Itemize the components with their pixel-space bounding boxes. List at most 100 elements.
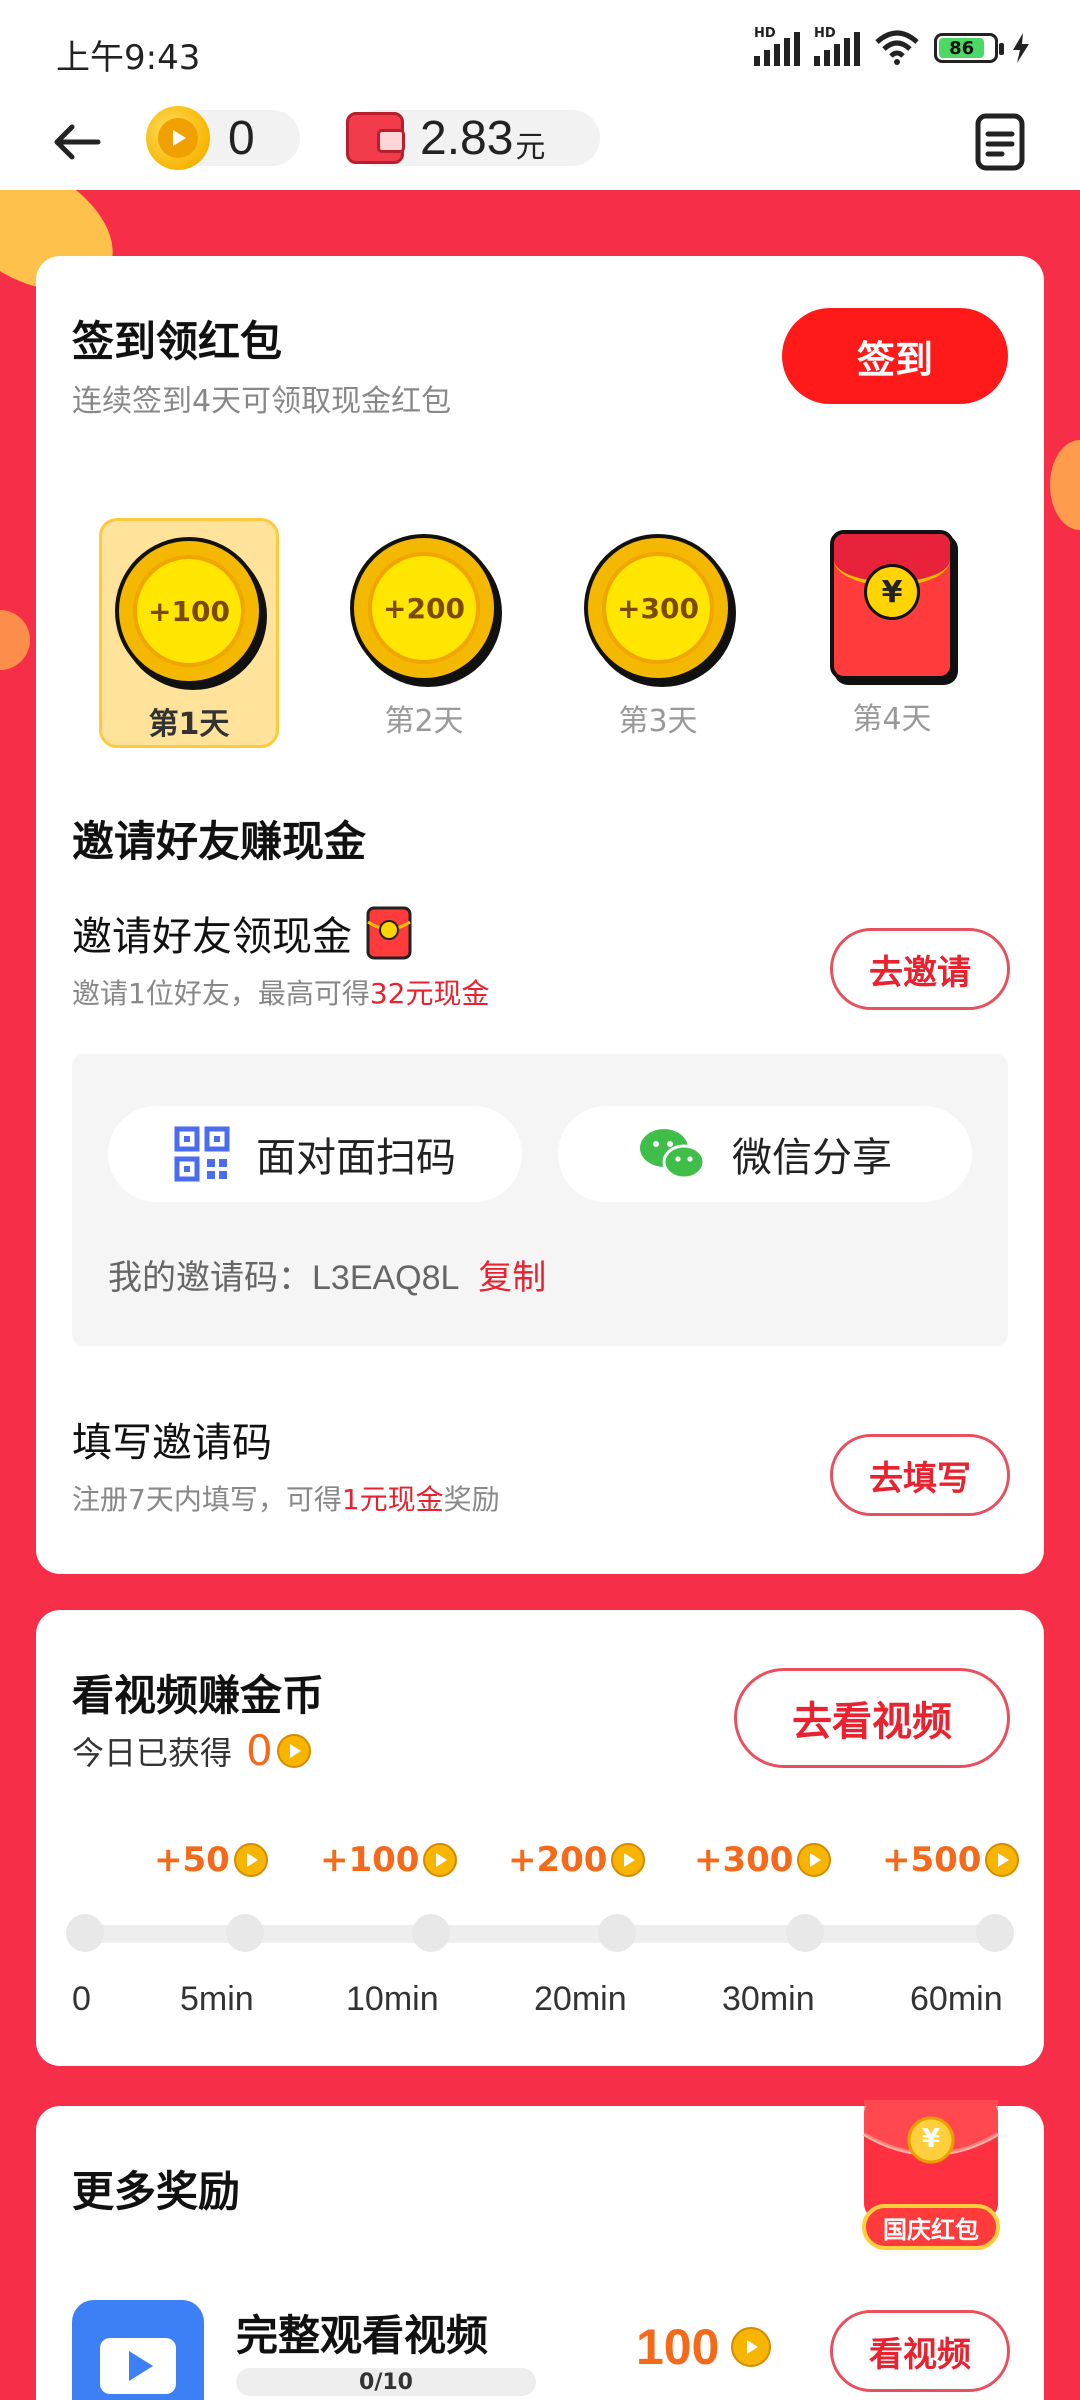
tick-label: 10min bbox=[346, 1980, 439, 2018]
battery-icon: 86 bbox=[934, 33, 1004, 63]
status-icons: HD HD 86 bbox=[754, 26, 1030, 66]
day-label: 第1天 bbox=[148, 707, 230, 742]
day-label: 第2天 bbox=[384, 704, 464, 739]
more-rewards-title: 更多奖励 bbox=[72, 2167, 241, 2216]
tick-label: 30min bbox=[722, 1980, 815, 2018]
gold-coin-icon bbox=[985, 1843, 1020, 1877]
progress-node bbox=[598, 1914, 636, 1952]
gold-coin-icon: +300 bbox=[584, 534, 732, 682]
video-today-row: 今日已获得 0 bbox=[72, 1726, 311, 1775]
gold-coin-icon bbox=[233, 1843, 268, 1877]
coin-count: 0 bbox=[228, 111, 255, 165]
invite-friends-subtitle: 邀请1位好友，最高可得32元现金 bbox=[72, 977, 490, 1010]
cash-unit: 元 bbox=[515, 130, 546, 165]
day-label: 第4天 bbox=[852, 702, 932, 737]
gold-coin-icon bbox=[797, 1843, 832, 1877]
invite-friends-row: 邀请好友领现金 bbox=[72, 904, 412, 962]
reward-20min: +200 bbox=[508, 1840, 646, 1880]
invite-friends-title: 邀请好友领现金 bbox=[72, 914, 352, 960]
signin-day-1[interactable]: +100 第1天 bbox=[99, 518, 279, 748]
invite-code-label: 我的邀请码： bbox=[108, 1258, 312, 1298]
red-envelope-icon: ¥ bbox=[830, 530, 954, 680]
signin-day-4[interactable]: ¥ 第4天 bbox=[802, 518, 982, 748]
envelope-yen: ¥ bbox=[921, 2124, 941, 2154]
day-label: 第3天 bbox=[618, 704, 698, 739]
back-arrow-icon[interactable] bbox=[48, 112, 108, 172]
national-day-envelope[interactable]: ¥ 国庆红包 bbox=[858, 2094, 1004, 2264]
signin-subtitle: 连续签到4天可领取现金红包 bbox=[72, 384, 452, 419]
cash-amount: 2.83 bbox=[420, 111, 514, 165]
scan-qr-button[interactable]: 面对面扫码 bbox=[108, 1106, 522, 1202]
reward-60min: +500 bbox=[882, 1840, 1020, 1880]
records-icon[interactable] bbox=[972, 112, 1028, 172]
signin-button[interactable]: 签到 bbox=[782, 308, 1008, 404]
watch-task-button[interactable]: 看视频 bbox=[830, 2310, 1010, 2392]
reward-10min: +100 bbox=[320, 1840, 458, 1880]
video-today-value: 0 bbox=[246, 1726, 273, 1775]
gold-coin-icon bbox=[611, 1843, 646, 1877]
reward-5min: +50 bbox=[154, 1840, 268, 1880]
fill-code-subtitle: 注册7天内填写，可得1元现金奖励 bbox=[72, 1483, 500, 1516]
play-icon bbox=[100, 2338, 176, 2394]
video-progress-track bbox=[70, 1925, 1010, 1943]
tick-label: 5min bbox=[180, 1980, 254, 2018]
progress-node bbox=[976, 1914, 1014, 1952]
qr-code-icon bbox=[174, 1126, 230, 1182]
more-rewards-card: 更多奖励 ¥ 国庆红包 完整观看视频 0/10 100 看视频 bbox=[36, 2100, 1044, 2400]
video-title: 看视频赚金币 bbox=[72, 1671, 325, 1720]
battery-level: 86 bbox=[939, 38, 985, 59]
video-card: 看视频赚金币 今日已获得 0 去看视频 +50 +100 +200 +300 +… bbox=[36, 1610, 1044, 2066]
go-invite-button[interactable]: 去邀请 bbox=[830, 928, 1010, 1010]
gold-coin-icon: +200 bbox=[350, 534, 498, 682]
signal-icon: HD bbox=[754, 26, 800, 66]
wechat-icon bbox=[640, 1129, 706, 1180]
fill-code-title: 填写邀请码 bbox=[72, 1420, 272, 1466]
scan-qr-label: 面对面扫码 bbox=[256, 1135, 456, 1181]
gold-coin-icon bbox=[423, 1843, 458, 1877]
gold-coin-icon bbox=[276, 1733, 311, 1768]
video-today-label: 今日已获得 bbox=[72, 1733, 233, 1772]
gold-coin-icon bbox=[146, 106, 210, 170]
progress-node bbox=[412, 1914, 450, 1952]
status-time: 上午9:43 bbox=[56, 38, 201, 78]
status-bar: 上午9:43 HD HD 86 bbox=[0, 0, 1080, 98]
task-title: 完整观看视频 bbox=[236, 2311, 489, 2360]
tick-label: 60min bbox=[910, 1980, 1003, 2018]
invite-code-row: 我的邀请码：L3EAQ8L 复制 bbox=[108, 1250, 546, 1299]
signal-icon-2: HD bbox=[814, 26, 860, 66]
decor-coin-left bbox=[0, 610, 30, 670]
copy-button[interactable]: 复制 bbox=[478, 1258, 546, 1298]
progress-node bbox=[226, 1914, 264, 1952]
decor-coin-right bbox=[1050, 440, 1080, 530]
tick-label: 0 bbox=[72, 1980, 91, 2018]
task-progress: 0/10 bbox=[236, 2368, 536, 2396]
wechat-share-label: 微信分享 bbox=[732, 1135, 892, 1181]
red-envelope-icon bbox=[366, 906, 412, 960]
progress-node bbox=[66, 1914, 104, 1952]
cash-balance[interactable]: 2.83 元 bbox=[346, 110, 600, 166]
national-day-badge: 国庆红包 bbox=[862, 2204, 1000, 2250]
task-reward: 100 bbox=[636, 2318, 772, 2376]
wallet-icon bbox=[346, 112, 405, 164]
share-panel: 面对面扫码 微信分享 我的邀请码：L3EAQ8L 复制 bbox=[72, 1054, 1008, 1346]
wifi-icon bbox=[875, 30, 919, 65]
video-task-icon bbox=[72, 2300, 204, 2400]
wechat-share-button[interactable]: 微信分享 bbox=[558, 1106, 972, 1202]
reward-30min: +300 bbox=[694, 1840, 832, 1880]
go-fill-button[interactable]: 去填写 bbox=[830, 1434, 1010, 1516]
charging-icon bbox=[1013, 33, 1029, 63]
invite-title: 邀请好友赚现金 bbox=[72, 817, 367, 866]
top-bar: 0 2.83 元 bbox=[0, 98, 1080, 190]
gold-coin-icon bbox=[731, 2327, 772, 2367]
coin-balance[interactable]: 0 bbox=[146, 106, 300, 170]
invite-code: L3EAQ8L bbox=[312, 1259, 460, 1297]
gold-coin-icon: +100 bbox=[115, 537, 263, 685]
progress-node bbox=[786, 1914, 824, 1952]
main-content: 签到领红包 连续签到4天可领取现金红包 签到 +100 第1天 +200 第2天… bbox=[0, 190, 1080, 2400]
signin-title: 签到领红包 bbox=[72, 317, 283, 366]
watch-video-button[interactable]: 去看视频 bbox=[734, 1668, 1010, 1768]
tick-label: 20min bbox=[534, 1980, 627, 2018]
signin-day-3[interactable]: +300 第3天 bbox=[568, 518, 748, 748]
signin-day-2[interactable]: +200 第2天 bbox=[334, 518, 514, 748]
invite-card: 邀请好友赚现金 邀请好友领现金 邀请1位好友，最高可得32元现金 去邀请 面对面… bbox=[36, 754, 1044, 1574]
